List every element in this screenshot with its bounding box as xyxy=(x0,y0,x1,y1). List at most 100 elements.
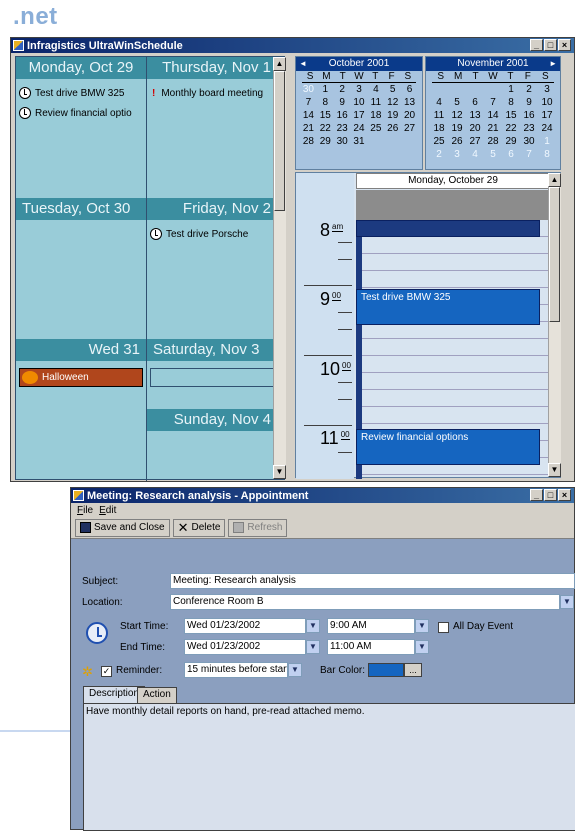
calendar-day[interactable]: 11 xyxy=(367,96,384,109)
appointment-block[interactable]: Test drive BMW 325 xyxy=(356,289,540,325)
day-cell-sun[interactable]: Sunday, Nov 4 xyxy=(147,409,277,481)
chevron-down-icon[interactable]: ▼ xyxy=(415,619,429,633)
day-cell-mon[interactable]: Monday, Oct 29 Test drive BMW 325 Review… xyxy=(16,57,146,197)
calendar-day[interactable]: 13 xyxy=(466,109,484,122)
calendar-day[interactable]: 4 xyxy=(430,96,448,109)
calendar-day[interactable]: 20 xyxy=(466,122,484,135)
calendar-day[interactable] xyxy=(484,83,502,96)
calendar-day[interactable]: 30 xyxy=(300,83,317,96)
calendar-day[interactable]: 12 xyxy=(384,96,401,109)
end-time-field[interactable]: 11:00 AM xyxy=(327,639,415,655)
day-header[interactable]: Thursday, Nov 1 xyxy=(147,57,277,79)
tab-description[interactable]: Description xyxy=(83,686,146,703)
day-header[interactable]: Tuesday, Oct 30 xyxy=(16,198,146,220)
calendar-day[interactable]: 8 xyxy=(538,148,556,161)
day-cell-tue[interactable]: Tuesday, Oct 30 xyxy=(16,198,146,338)
calendar-day[interactable]: 17 xyxy=(351,109,368,122)
calendar-day[interactable]: 1 xyxy=(317,83,334,96)
calendar-day[interactable]: 28 xyxy=(484,135,502,148)
day-cell-wed[interactable]: Wed 31 Halloween xyxy=(16,339,146,481)
calendar-day[interactable]: 12 xyxy=(448,109,466,122)
calendar-day[interactable]: 2 xyxy=(334,83,351,96)
appointment-item[interactable]: ! Monthly board meeting xyxy=(147,83,277,103)
day-header[interactable]: Monday, Oct 29 xyxy=(16,57,146,79)
delete-button[interactable]: ✕ Delete xyxy=(172,518,226,537)
calendar-day[interactable]: 25 xyxy=(430,135,448,148)
calendar-day[interactable]: 13 xyxy=(401,96,418,109)
allday-slot[interactable] xyxy=(150,368,274,387)
time-slot[interactable] xyxy=(356,237,550,254)
calendar-day[interactable] xyxy=(466,83,484,96)
calendar-day[interactable]: 24 xyxy=(538,122,556,135)
calendar-day[interactable] xyxy=(401,135,418,148)
calendar-day[interactable]: 2 xyxy=(430,148,448,161)
title-bar[interactable]: Meeting: Research analysis - Appointment… xyxy=(71,488,574,503)
close-icon[interactable]: × xyxy=(558,39,571,51)
calendar-day[interactable]: 26 xyxy=(384,122,401,135)
calendar-day[interactable]: 31 xyxy=(351,135,368,148)
calendar-day[interactable]: 9 xyxy=(334,96,351,109)
tab-action[interactable]: Action xyxy=(137,687,177,703)
calendar-day[interactable]: 22 xyxy=(502,122,520,135)
day-grid[interactable]: 1 2 3 4 5 6 7 8 9 10 11 12 13 14 15 16 17 18 19 20 21 22 23 24 2… xyxy=(430,83,556,161)
scroll-down-icon[interactable]: ▼ xyxy=(548,463,561,477)
prev-month-icon[interactable]: ◄ xyxy=(299,57,307,71)
calendar-day[interactable]: 7 xyxy=(484,96,502,109)
day-header[interactable]: Sunday, Nov 4 xyxy=(147,409,277,431)
time-slot[interactable] xyxy=(356,407,550,424)
month-calendar-nov[interactable]: November 2001 ► SMTWTFS 1 2 3 4 5 6 7 8 9 10 11 12 1… xyxy=(425,56,561,170)
calendar-day[interactable]: 3 xyxy=(351,83,368,96)
calendar-day[interactable]: 1 xyxy=(502,83,520,96)
calendar-day[interactable]: 7 xyxy=(520,148,538,161)
reminder-checkbox[interactable]: ✓ xyxy=(101,666,112,677)
all-day-checkbox[interactable] xyxy=(438,622,449,633)
appointment-allday[interactable]: Halloween xyxy=(19,368,143,387)
chevron-down-icon[interactable]: ▼ xyxy=(306,640,320,654)
calendar-day[interactable]: 4 xyxy=(367,83,384,96)
calendar-day[interactable]: 23 xyxy=(520,122,538,135)
appointment-item[interactable]: Test drive Porsche xyxy=(147,224,277,244)
calendar-day[interactable]: 10 xyxy=(538,96,556,109)
calendar-day[interactable]: 24 xyxy=(351,122,368,135)
calendar-day[interactable]: 19 xyxy=(384,109,401,122)
chevron-down-icon[interactable]: ▼ xyxy=(306,619,320,633)
calendar-day[interactable]: 29 xyxy=(502,135,520,148)
time-slot[interactable] xyxy=(356,271,550,288)
scroll-up-icon[interactable]: ▲ xyxy=(548,173,561,187)
calendar-day[interactable]: 5 xyxy=(384,83,401,96)
calendar-day[interactable] xyxy=(430,83,448,96)
day-scrollbar[interactable]: ▲ ▼ xyxy=(548,173,561,477)
calendar-day[interactable] xyxy=(448,83,466,96)
reminder-field[interactable]: 15 minutes before start xyxy=(184,662,288,678)
calendar-day[interactable]: 15 xyxy=(317,109,334,122)
calendar-day[interactable]: 16 xyxy=(334,109,351,122)
menu-file[interactable]: File xyxy=(77,505,93,516)
time-slot[interactable] xyxy=(356,373,550,390)
calendar-day[interactable]: 15 xyxy=(502,109,520,122)
bar-color-swatch[interactable] xyxy=(368,663,404,677)
calendar-day[interactable]: 5 xyxy=(448,96,466,109)
calendar-day[interactable]: 8 xyxy=(502,96,520,109)
title-bar[interactable]: Infragistics UltraWinSchedule _ □ × xyxy=(11,38,574,53)
calendar-day[interactable]: 23 xyxy=(334,122,351,135)
month-calendar-oct[interactable]: ◄ October 2001 SMTWTFS 30 1 2 3 4 5 6 7 8 9 10 11 12… xyxy=(295,56,423,170)
calendar-day[interactable]: 21 xyxy=(484,122,502,135)
calendar-day[interactable]: 4 xyxy=(466,148,484,161)
calendar-day[interactable] xyxy=(367,135,384,148)
scroll-down-icon[interactable]: ▼ xyxy=(273,465,286,479)
calendar-day[interactable]: 18 xyxy=(367,109,384,122)
location-field[interactable]: Conference Room B xyxy=(170,594,560,610)
scroll-thumb[interactable] xyxy=(274,71,285,211)
calendar-day[interactable]: 16 xyxy=(520,109,538,122)
appointment-item[interactable]: Review financial optio xyxy=(16,103,146,123)
day-header[interactable]: Wed 31 xyxy=(16,339,146,361)
menu-edit[interactable]: Edit xyxy=(99,505,116,516)
color-picker-button[interactable]: ... xyxy=(404,663,422,677)
day-cell-fri[interactable]: Friday, Nov 2 Test drive Porsche xyxy=(147,198,277,338)
maximize-icon[interactable]: □ xyxy=(544,489,557,501)
close-icon[interactable]: × xyxy=(558,489,571,501)
save-close-button[interactable]: Save and Close xyxy=(75,518,170,537)
calendar-day[interactable]: 14 xyxy=(484,109,502,122)
day-header[interactable]: Saturday, Nov 3 xyxy=(147,339,277,361)
day-grid[interactable]: 30 1 2 3 4 5 6 7 8 9 10 11 12 13 14 15 16 17 18 19 20 21 22 23 2… xyxy=(300,83,418,148)
